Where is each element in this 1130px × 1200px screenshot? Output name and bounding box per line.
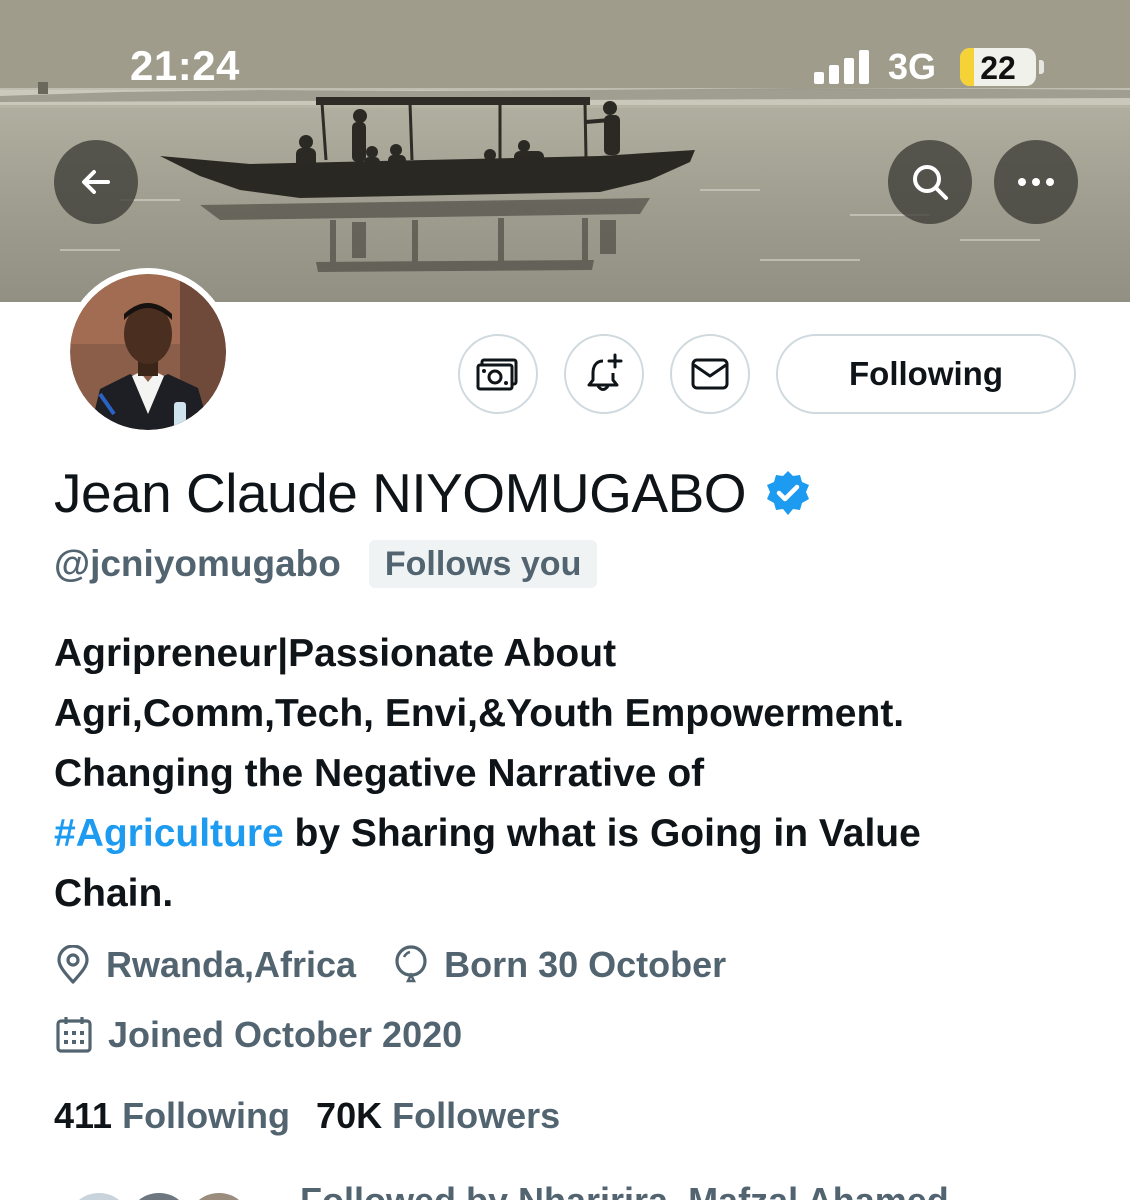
- display-name: Jean Claude NIYOMUGABO: [54, 462, 747, 524]
- battery-indicator: 22: [960, 48, 1044, 86]
- tip-button[interactable]: [458, 334, 538, 414]
- profile-meta-joined: Joined October 2020: [54, 1010, 462, 1060]
- bio-text: by Sharing what is Going in Value: [283, 812, 921, 855]
- bio-line: Agri,Comm,Tech, Envi,&Youth Empowerment.: [54, 692, 905, 735]
- birthday-text: Born 30 October: [444, 944, 727, 985]
- tip-money-icon: [476, 358, 518, 391]
- followers-label: Followers: [392, 1095, 561, 1136]
- bell-plus-icon: [587, 353, 623, 391]
- following-count: 411: [54, 1095, 113, 1136]
- followers-count: 70K: [316, 1095, 383, 1136]
- search-button[interactable]: [888, 140, 972, 224]
- profile-banner[interactable]: 21:24 3G 22: [0, 0, 1130, 302]
- search-icon: [913, 165, 948, 200]
- more-options-button[interactable]: [994, 140, 1078, 224]
- status-time: 21:24: [130, 42, 240, 89]
- more-horizontal-icon: [1018, 178, 1054, 186]
- followed-by-row[interactable]: Followed by Nharirira, Mafzal Ahamed: [54, 1180, 949, 1200]
- follow-stats: 411 Following 70K Followers: [54, 1090, 560, 1142]
- avatar[interactable]: [64, 268, 232, 436]
- joined-text: Joined October 2020: [108, 1014, 463, 1055]
- bio-line: Changing the Negative Narrative of: [54, 752, 705, 795]
- bio-line: Chain.: [54, 872, 174, 915]
- location-pin-icon: [57, 945, 89, 984]
- profile-bio: Agripreneur|Passionate About Agri,Comm,T…: [54, 624, 1094, 924]
- balloon-icon: [395, 945, 427, 983]
- arrow-left-icon: [82, 170, 110, 194]
- notifications-button[interactable]: [564, 334, 644, 414]
- following-button[interactable]: Following: [776, 334, 1076, 414]
- birthday-item: Born 30 October: [392, 944, 726, 986]
- followers-stat[interactable]: 70K Followers: [316, 1095, 560, 1137]
- profile-name-row: Jean Claude NIYOMUGABO: [54, 458, 812, 528]
- network-type: 3G: [888, 46, 937, 87]
- hashtag-link[interactable]: #Agriculture: [54, 812, 284, 855]
- followed-by-text: Followed by Nharirira, Mafzal Ahamed: [300, 1180, 949, 1200]
- following-label: Following: [122, 1095, 291, 1136]
- message-button[interactable]: [670, 334, 750, 414]
- avatar-image: [70, 274, 226, 430]
- handle-row: @jcniyomugabo Follows you: [54, 538, 598, 590]
- envelope-icon: [691, 358, 729, 390]
- bio-line: #Agriculture by Sharing what is Going in…: [54, 804, 1094, 864]
- profile-meta: Rwanda,Africa Born 30 October: [54, 940, 726, 990]
- calendar-icon: [56, 1017, 92, 1053]
- status-bar: 21:24 3G 22: [0, 0, 1130, 120]
- battery-level: 22: [980, 50, 1016, 86]
- location-item: Rwanda,Africa: [54, 944, 356, 986]
- following-stat[interactable]: 411 Following: [54, 1095, 290, 1137]
- follows-you-badge: Follows you: [368, 540, 598, 588]
- user-handle: @jcniyomugabo: [54, 543, 341, 584]
- signal-strength-icon: [814, 50, 869, 84]
- back-button[interactable]: [54, 140, 138, 224]
- joined-item: Joined October 2020: [54, 1014, 462, 1056]
- bio-line: Agripreneur|Passionate About: [54, 632, 617, 675]
- location-text: Rwanda,Africa: [106, 944, 357, 985]
- verified-badge-icon[interactable]: [764, 469, 812, 517]
- followed-by-avatars: [54, 1180, 274, 1200]
